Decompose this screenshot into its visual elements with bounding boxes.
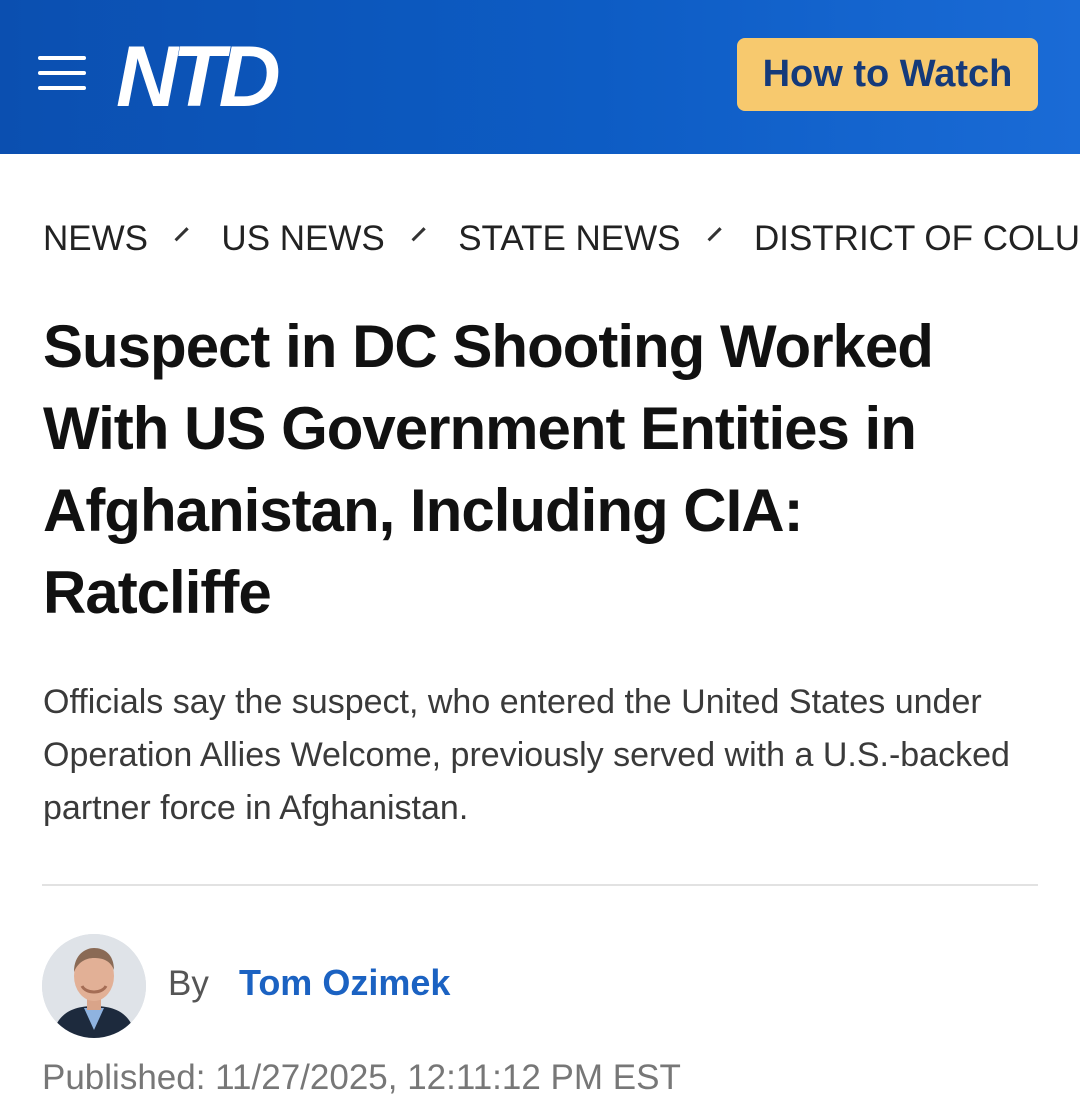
how-to-watch-button[interactable]: How to Watch bbox=[737, 38, 1038, 111]
breadcrumb-state-news[interactable]: STATE NEWS bbox=[458, 219, 680, 259]
menu-icon[interactable] bbox=[38, 56, 86, 92]
byline-prefix: By bbox=[168, 964, 209, 1003]
breadcrumb-district-of-columbia[interactable]: DISTRICT OF COLU bbox=[754, 219, 1080, 259]
breadcrumb-us-news[interactable]: US NEWS bbox=[221, 219, 384, 259]
chevron-right-icon bbox=[707, 226, 722, 242]
divider bbox=[42, 884, 1038, 886]
chevron-right-icon bbox=[174, 226, 189, 242]
author-link[interactable]: Tom Ozimek bbox=[239, 962, 450, 1004]
author-avatar[interactable] bbox=[42, 934, 146, 1038]
ntd-logo[interactable]: NTD bbox=[116, 32, 281, 122]
article-title: Suspect in DC Shooting Worked With US Go… bbox=[43, 313, 934, 626]
breadcrumb-news[interactable]: NEWS bbox=[43, 219, 148, 259]
breadcrumb: NEWS US NEWS STATE NEWS DISTRICT OF COLU bbox=[43, 214, 1080, 264]
published-date: Published: 11/27/2025, 12:11:12 PM EST bbox=[42, 1058, 681, 1097]
article-summary: Officials say the suspect, who entered t… bbox=[43, 683, 1010, 827]
chevron-right-icon bbox=[411, 226, 426, 242]
site-header: NTD How to Watch bbox=[0, 0, 1080, 154]
